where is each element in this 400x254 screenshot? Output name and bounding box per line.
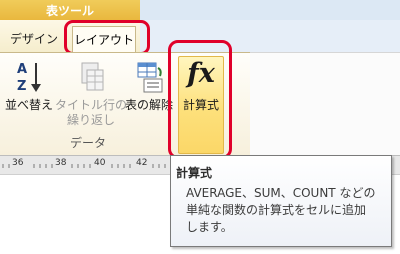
repeat-header-rows-label-2: 繰り返し — [66, 113, 115, 127]
sort-button[interactable]: A Z 並べ替え — [4, 58, 54, 128]
svg-text:A: A — [17, 62, 27, 77]
tooltip-line: 単純な関数の計算式をセルに追加 — [186, 203, 367, 217]
title-bar-strip — [140, 0, 400, 20]
context-tab-group-label: 表ツール — [45, 4, 94, 18]
convert-to-text-icon — [136, 60, 164, 94]
repeat-header-rows-label-1: タイトル行の — [54, 98, 127, 112]
svg-text:Z: Z — [17, 79, 26, 94]
tooltip-line: AVERAGE、SUM、COUNT などの — [186, 186, 376, 200]
repeat-header-rows-button[interactable]: タイトル行の 繰り返し — [55, 58, 127, 132]
ruler-label: 42 — [136, 158, 148, 168]
tooltip-title: 計算式 — [176, 166, 213, 180]
tooltip-description: AVERAGE、SUM、COUNT などの 単純な関数の計算式をセルに追加 しま… — [186, 185, 390, 236]
tab-design[interactable]: デザイン — [10, 32, 58, 46]
convert-to-text-button[interactable]: 表の解除 — [124, 58, 174, 128]
sort-az-icon: A Z — [16, 60, 42, 94]
sort-label: 並べ替え — [4, 98, 53, 112]
formula-button-highlight — [168, 40, 232, 159]
repeat-header-rows-icon — [78, 60, 106, 94]
tooltip-line: します。 — [186, 220, 233, 234]
ruler-label: 38 — [55, 158, 67, 168]
layout-tab-highlight — [64, 20, 150, 55]
ribbon-empty-area — [250, 52, 400, 156]
ruler-label: 40 — [94, 158, 106, 168]
data-group-label: データ — [69, 136, 106, 150]
ruler-label: 36 — [12, 158, 24, 168]
